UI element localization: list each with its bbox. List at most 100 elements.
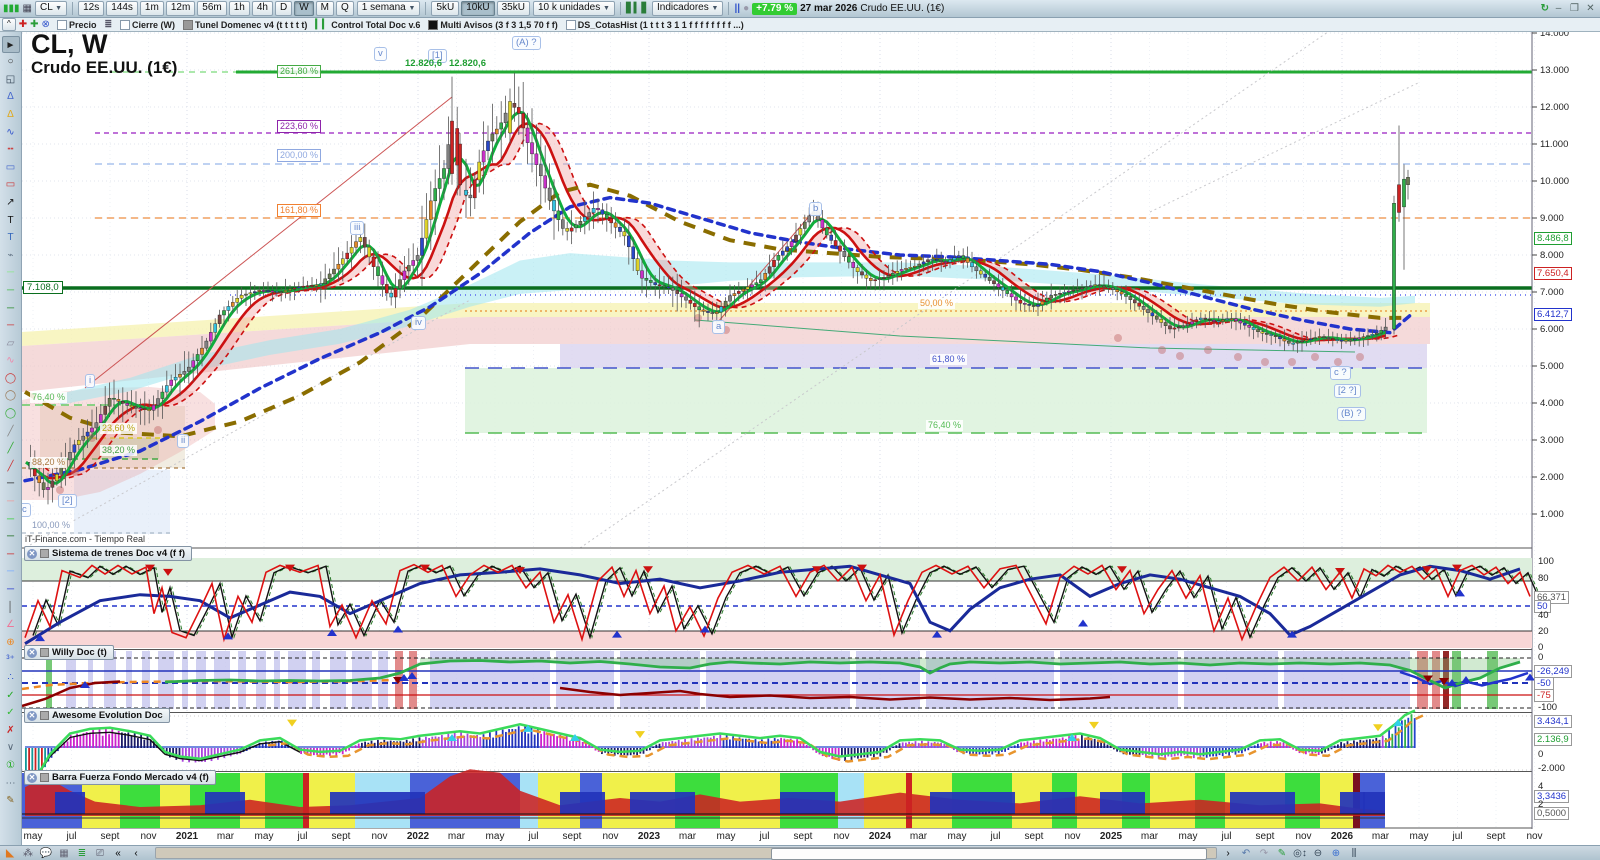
zoom-fit-icon[interactable]: ◎↕ [1293, 847, 1307, 860]
pattern-icon[interactable]: ∿ [2, 352, 20, 370]
legend-item[interactable]: ≣ [104, 19, 112, 30]
close-icon[interactable]: ✕ [27, 647, 37, 658]
callout-icon[interactable]: T [2, 229, 20, 247]
legend-item[interactable]: DS_CotasHist (1 t t t 3 1 1 f f f f f f … [565, 19, 744, 30]
scroll-start-button[interactable]: « [111, 847, 125, 860]
hline-l1-icon[interactable]: ─ [2, 264, 20, 282]
refresh-icon[interactable]: ↻ [1541, 3, 1549, 15]
badge1-icon[interactable]: ① [2, 757, 20, 775]
panel-tab-sistema-de-trenes[interactable]: ✕ Sistema de trenes Doc v4 (f f) [24, 546, 193, 561]
legend-item[interactable]: ▎▎ Control Total Doc v.6 [315, 19, 420, 30]
scroll-left-button[interactable]: ‹ [129, 847, 143, 860]
timeframe-button-d[interactable]: D [274, 1, 293, 16]
chart-scrollbar[interactable] [155, 847, 1217, 860]
zoom-area-icon[interactable]: ◱ [2, 71, 20, 89]
hline-lblue-icon[interactable]: ─ [2, 563, 20, 581]
like-icon[interactable]: ✓ [2, 704, 20, 722]
ruler-icon[interactable]: ▱ [2, 335, 20, 353]
line-red-icon[interactable]: ╱ [2, 458, 20, 476]
link-icon[interactable]: ⌁ [2, 247, 20, 265]
vline-icon[interactable]: │ [2, 599, 20, 617]
columns-icon[interactable]: ⫼ [1347, 847, 1361, 860]
close-icon[interactable]: ✕ [27, 772, 37, 783]
close-button[interactable]: ✕ [1584, 3, 1597, 14]
layout-grid-icon[interactable]: ▦ [23, 3, 32, 15]
segment-icon[interactable]: ╍ [2, 141, 20, 159]
unit-button-10ku[interactable]: 10kU [461, 1, 495, 16]
more-icon[interactable]: ⋯ [2, 775, 20, 793]
polyline-icon[interactable]: ∿ [2, 124, 20, 142]
check-icon[interactable]: ✓ [2, 687, 20, 705]
close-icon[interactable]: ✕ [27, 548, 37, 559]
ellipse-green-icon[interactable]: ◯ [2, 405, 20, 423]
redo-button[interactable]: ↷ [1257, 847, 1271, 860]
unit-button-35ku[interactable]: 35kU [496, 1, 530, 16]
legend-item[interactable]: Cierre (W) [120, 19, 175, 30]
timeframe-button-56m[interactable]: 56m [197, 1, 227, 16]
period-dropdown[interactable]: 1 semana ▼ [356, 1, 421, 16]
panel-tab-barra-fuerza[interactable]: ✕ Barra Fuerza Fondo Mercado v4 (f) [24, 770, 216, 785]
hline-l2-icon[interactable]: ─ [2, 282, 20, 300]
edit-chart-icon[interactable]: ✎ [1275, 847, 1289, 860]
chat-icon[interactable]: 💬 [39, 847, 53, 860]
tv-icon[interactable]: ⎚ [93, 847, 107, 860]
zoom-in-icon[interactable]: ⊕ [1329, 847, 1343, 860]
scrollbar-thumb[interactable] [770, 848, 1208, 860]
cursor-icon[interactable]: ► [1, 35, 20, 54]
fibo-icon[interactable]: ³⁺ [2, 651, 20, 669]
panel-tab-awesome-evolution[interactable]: ✕ Awesome Evolution Doc [24, 708, 170, 723]
units-dropdown[interactable]: 10 k unidades ▼ [532, 1, 615, 16]
hline-l3-icon[interactable]: ─ [2, 300, 20, 318]
restore-button[interactable]: ❐ [1568, 3, 1581, 14]
timeframe-button-144s[interactable]: 144s [106, 1, 138, 16]
minimize-button[interactable]: – [1552, 3, 1565, 14]
collapse-legend-button[interactable]: ^ [2, 18, 16, 31]
panel-tab-willy-doc[interactable]: ✕ Willy Doc (t) [24, 645, 114, 660]
chevron-down-icon[interactable]: ∨ [2, 739, 20, 757]
text-icon[interactable]: T [2, 212, 20, 230]
timeframe-button-1m[interactable]: 1m [139, 1, 164, 16]
alarm-add-icon[interactable]: Δ [2, 88, 20, 106]
timeframe-button-12s[interactable]: 12s [78, 1, 105, 16]
ellipse-brown-icon[interactable]: ◯ [2, 387, 20, 405]
close-red-icon[interactable]: ✗ [2, 722, 20, 740]
hline-pink-icon[interactable]: ─ [2, 493, 20, 511]
ellipse-red-icon[interactable]: ◯ [2, 370, 20, 388]
chart-canvas[interactable] [0, 0, 1600, 860]
unit-button-5ku[interactable]: 5kU [431, 1, 460, 16]
scatter-icon[interactable]: ∴ [2, 669, 20, 687]
timeframe-button-1h[interactable]: 1h [228, 1, 250, 16]
share-icon[interactable]: ⁂ [21, 847, 35, 860]
timeframe-button-w[interactable]: W [294, 1, 314, 16]
arrow-icon[interactable]: ↗ [2, 194, 20, 212]
timeframe-button-q[interactable]: Q [336, 1, 354, 16]
angle-icon[interactable]: ∠ [2, 616, 20, 634]
hline-l4-icon[interactable]: ─ [2, 317, 20, 335]
hline-black-icon[interactable]: ─ [2, 475, 20, 493]
timeframe-button-m[interactable]: M [315, 1, 335, 16]
close-icon[interactable]: ✕ [27, 710, 37, 721]
chart-type-icon[interactable]: ▋▍▋ [626, 3, 649, 15]
rect-blue-icon[interactable]: ▭ [2, 159, 20, 177]
line-gray-icon[interactable]: ╱ [2, 423, 20, 441]
close-blue-icon[interactable]: ⊗ [42, 19, 50, 31]
legend-item[interactable]: Multi Avisos (3 f 3 1,5 70 f f) [428, 19, 558, 30]
pause-button[interactable]: || [734, 3, 740, 15]
line-green-icon[interactable]: ╱ [2, 440, 20, 458]
calendar-icon[interactable]: ▦ [57, 847, 71, 860]
indicators-button[interactable]: Indicadores ▼ [652, 1, 724, 16]
hline-green-icon[interactable]: ─ [2, 511, 20, 529]
alarm-icon[interactable]: Δ [2, 106, 20, 124]
timeframe-button-12m[interactable]: 12m [165, 1, 196, 16]
scroll-right-button[interactable]: › [1221, 847, 1235, 860]
hline-red2-icon[interactable]: ─ [2, 546, 20, 564]
legend-item[interactable]: Precio [56, 19, 96, 30]
add-red-icon[interactable]: ✚ [19, 19, 27, 31]
timeframe-button-4h[interactable]: 4h [251, 1, 273, 16]
zoom-out-icon[interactable]: ⊖ [1311, 847, 1325, 860]
zoom-icon[interactable]: ○ [2, 53, 20, 71]
draw-icon[interactable]: ✎ [2, 792, 20, 810]
hline-dgreen-icon[interactable]: ─ [2, 528, 20, 546]
list-icon[interactable]: ≣ [75, 847, 89, 860]
undo-button[interactable]: ↶ [1239, 847, 1253, 860]
